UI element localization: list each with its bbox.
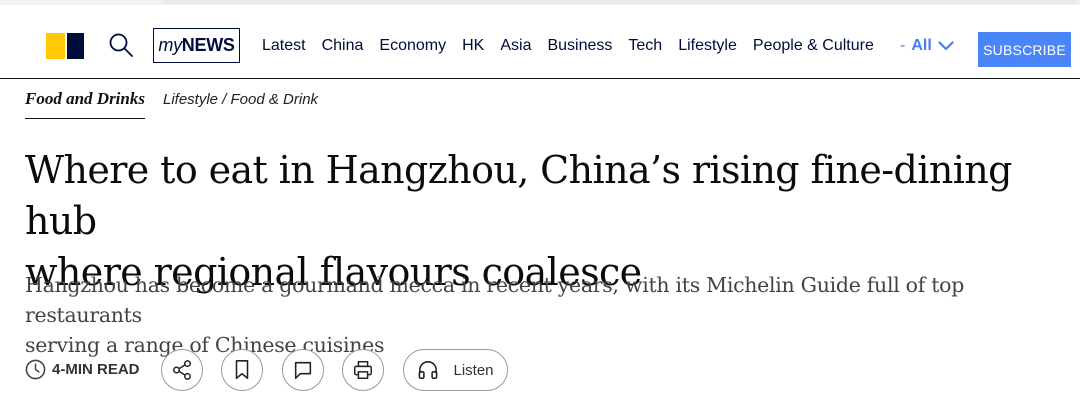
all-label: All <box>911 37 932 54</box>
mynews-my-text: my <box>158 35 182 55</box>
mynews-news-text: NEWS <box>181 35 235 55</box>
nav-latest[interactable]: Latest <box>262 37 306 55</box>
article-toolbar: 4-MIN READ Listen <box>25 349 1065 391</box>
article-summary: Hangzhou has become a gourmand mecca in … <box>25 270 1075 360</box>
share-icon <box>173 360 191 380</box>
nav-asia[interactable]: Asia <box>500 37 531 55</box>
share-button[interactable] <box>161 349 203 391</box>
chevron-down-icon <box>938 41 954 51</box>
search-icon[interactable] <box>108 32 134 58</box>
summary-line-1: Hangzhou has become a gourmand mecca in … <box>25 273 965 327</box>
site-header: my NEWS Latest China Economy HK Asia Busi… <box>0 5 1080 79</box>
comment-icon <box>294 361 312 380</box>
bookmark-icon <box>235 360 249 380</box>
print-button[interactable] <box>342 349 384 391</box>
clock-icon <box>25 359 46 380</box>
listen-button[interactable]: Listen <box>403 349 508 391</box>
address-bar-edge <box>160 0 1080 4</box>
headphones-icon <box>419 361 438 379</box>
section-link[interactable]: Food and Drinks <box>25 89 145 119</box>
nav-china[interactable]: China <box>322 37 364 55</box>
nav-economy[interactable]: Economy <box>379 37 446 55</box>
all-sections-dropdown[interactable]: - All <box>900 34 954 58</box>
all-prefix: - <box>900 37 906 54</box>
main-nav: Latest China Economy HK Asia Business Te… <box>254 34 882 58</box>
logo-yellow-block <box>46 33 65 59</box>
breadcrumb-path[interactable]: Lifestyle / Food & Drink <box>163 91 318 108</box>
nav-tech[interactable]: Tech <box>628 37 662 55</box>
mynews-button[interactable]: my NEWS <box>153 28 240 63</box>
bookmark-button[interactable] <box>221 349 263 391</box>
comment-button[interactable] <box>282 349 324 391</box>
listen-label: Listen <box>453 361 494 379</box>
breadcrumb: Food and Drinks Lifestyle / Food & Drink <box>25 89 318 121</box>
print-icon <box>354 361 372 379</box>
read-time-label: 4-MIN READ <box>52 361 140 378</box>
subscribe-button[interactable]: SUBSCRIBE <box>978 32 1071 67</box>
brand-logo[interactable] <box>46 33 84 59</box>
headline-line-1: Where to eat in Hangzhou, China’s rising… <box>25 148 1012 243</box>
logo-navy-block <box>67 33 84 59</box>
nav-business[interactable]: Business <box>547 37 612 55</box>
nav-people-culture[interactable]: People & Culture <box>753 37 874 55</box>
read-time: 4-MIN READ <box>25 359 140 380</box>
nav-hk[interactable]: HK <box>462 37 484 55</box>
nav-lifestyle[interactable]: Lifestyle <box>678 37 737 55</box>
